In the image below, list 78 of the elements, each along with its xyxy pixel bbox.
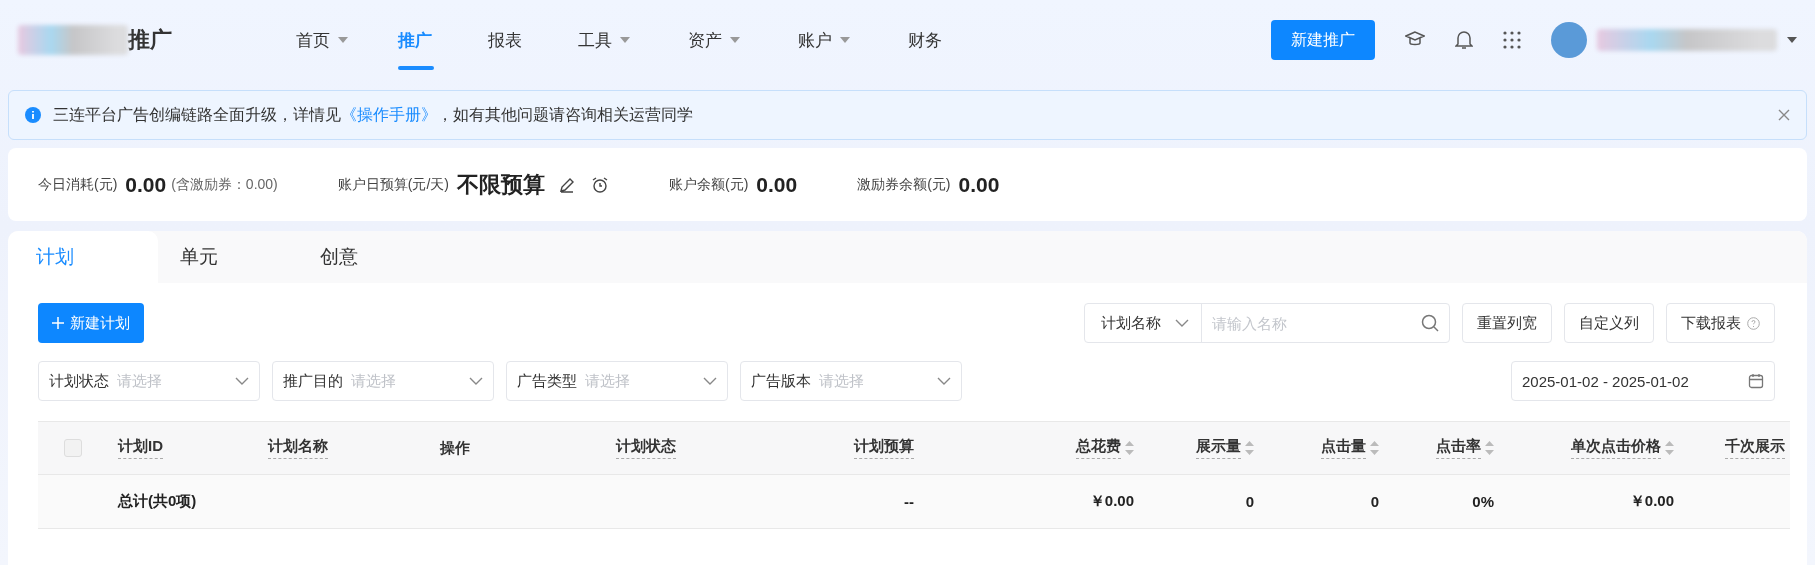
nav-tab[interactable]: 报表 xyxy=(488,0,578,80)
chevron-down-icon xyxy=(703,377,717,385)
filter-select[interactable]: 推广目的 请选择 xyxy=(272,361,494,401)
stat-note: (含激励券：0.00) xyxy=(171,175,278,194)
info-icon xyxy=(25,107,41,123)
sort-icon xyxy=(1370,441,1379,455)
alarm-clock-icon[interactable] xyxy=(591,175,609,194)
chevron-down-icon xyxy=(1175,319,1189,327)
search-type-select[interactable]: 计划名称 xyxy=(1085,304,1202,342)
plus-icon xyxy=(52,317,64,329)
bell-icon[interactable] xyxy=(1455,30,1473,50)
nav-tab[interactable]: 账户 xyxy=(798,0,908,80)
caret-icon xyxy=(1787,37,1797,43)
table-cell-text: 0 xyxy=(1369,493,1380,510)
table-cell-text: 0 xyxy=(1244,493,1255,510)
help-icon xyxy=(1747,316,1760,330)
edit-icon[interactable] xyxy=(559,176,575,193)
column-header[interactable]: 单次点击价格 xyxy=(1571,437,1674,459)
column-header: 计划状态 xyxy=(616,437,676,459)
column-header: 操作 xyxy=(440,438,470,458)
filter-select[interactable]: 计划状态 请选择 xyxy=(38,361,260,401)
create-promotion-button[interactable]: 新建推广 xyxy=(1271,20,1375,60)
search-icon[interactable] xyxy=(1421,314,1439,332)
chevron-down-icon xyxy=(235,377,249,385)
column-header: 计划预算 xyxy=(854,437,914,459)
nav-tab[interactable]: 财务 xyxy=(908,0,988,80)
filter-select[interactable]: 广告版本 请选择 xyxy=(740,361,962,401)
column-header[interactable]: 点击量 xyxy=(1321,437,1379,459)
table-cell-text: ￥0.00 xyxy=(1628,492,1675,511)
sort-icon xyxy=(1485,441,1494,455)
stat-value: 0.00 xyxy=(756,172,798,197)
column-header[interactable]: 总花费 xyxy=(1076,437,1134,459)
user-avatar[interactable] xyxy=(1551,22,1587,58)
active-indicator xyxy=(398,66,434,70)
table-cell-text: ￥0.00 xyxy=(1088,492,1135,511)
chevron-down-icon xyxy=(937,377,951,385)
table-cell-text: -- xyxy=(903,493,915,510)
toolbar-button[interactable]: 自定义列 xyxy=(1564,303,1654,343)
stat-value: 不限预算 xyxy=(457,170,545,199)
column-header[interactable]: 点击率 xyxy=(1436,437,1494,459)
stat-label: 账户日预算(元/天) xyxy=(337,175,449,194)
stat-label: 今日消耗(元) xyxy=(38,175,118,194)
column-header: 计划名称 xyxy=(268,437,328,459)
sort-icon xyxy=(1245,441,1254,455)
caret-icon xyxy=(338,37,348,43)
toolbar-button[interactable]: 重置列宽 xyxy=(1462,303,1552,343)
notice-text: 三连平台广告创编链路全面升级，详情见《操作手册》，如有其他问题请咨询相关运营同学 xyxy=(53,104,694,125)
apps-grid-icon[interactable] xyxy=(1503,31,1521,49)
date-range-field[interactable]: 2025-01-02 - 2025-01-02 xyxy=(1511,361,1775,401)
toolbar-button[interactable]: 下载报表 xyxy=(1666,303,1775,343)
sort-icon xyxy=(1665,441,1674,455)
close-icon[interactable] xyxy=(1778,109,1790,121)
stat-value: 0.00 xyxy=(958,172,1000,197)
table-cell-text: 总计(共0项) xyxy=(116,492,198,511)
tab[interactable]: 创意 xyxy=(298,231,438,283)
filter-select[interactable]: 广告类型 请选择 xyxy=(506,361,728,401)
table-cell-text: 0% xyxy=(1471,493,1495,510)
sort-icon xyxy=(1125,441,1134,455)
nav-tab[interactable]: 首页 xyxy=(296,0,398,80)
column-header[interactable]: 展示量 xyxy=(1196,437,1254,459)
new-plan-button[interactable]: 新建计划 xyxy=(38,303,144,343)
tab[interactable]: 计划 xyxy=(8,231,158,283)
caret-icon xyxy=(840,37,850,43)
nav-tab[interactable]: 工具 xyxy=(578,0,688,80)
tab[interactable]: 单元 xyxy=(158,231,298,283)
calendar-icon xyxy=(1748,373,1764,389)
select-all-checkbox[interactable] xyxy=(64,439,82,457)
logo-text: 推广 xyxy=(128,26,172,54)
stat-label: 激励券余额(元) xyxy=(857,175,951,194)
nav-tab[interactable]: 资产 xyxy=(688,0,798,80)
search-field[interactable]: 计划名称 请输入名称 xyxy=(1084,303,1450,343)
column-header: 计划ID xyxy=(118,437,163,459)
caret-icon xyxy=(730,37,740,43)
stat-label: 账户余额(元) xyxy=(669,175,749,194)
caret-icon xyxy=(620,37,630,43)
chevron-down-icon xyxy=(469,377,483,385)
column-header: 千次展示 xyxy=(1725,437,1785,459)
stat-value: 0.00 xyxy=(125,172,167,197)
